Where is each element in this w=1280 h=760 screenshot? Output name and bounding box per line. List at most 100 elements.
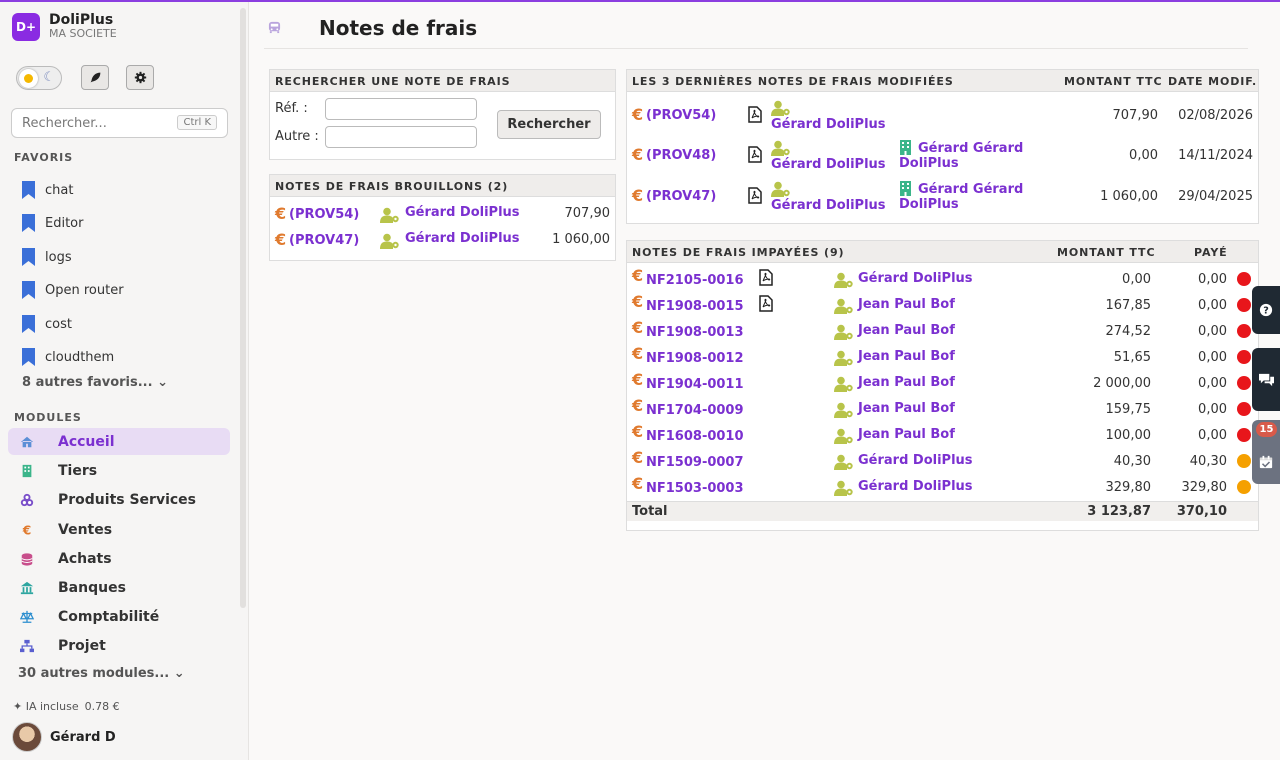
other-input[interactable] xyxy=(325,126,477,148)
cubes-icon xyxy=(20,493,34,506)
favorite-item[interactable]: cost xyxy=(22,314,72,334)
module-item[interactable]: Accueil xyxy=(8,428,230,455)
draft-ref-link[interactable]: (PROV47) xyxy=(289,233,359,248)
search-button[interactable]: Rechercher xyxy=(497,110,601,139)
draft-user-link[interactable]: Gérard DoliPlus xyxy=(405,205,520,220)
unpaid-amount: 0,00 xyxy=(1122,272,1151,287)
latest-thirdparty-link[interactable]: Gérard Gérard DoliPlus xyxy=(899,182,1029,212)
latest-ref-link[interactable]: (PROV54) xyxy=(646,108,716,123)
unpaid-col-paid: PAYÉ xyxy=(1194,246,1228,259)
unpaid-user-link[interactable]: Jean Paul Bof xyxy=(858,427,955,442)
unpaid-ref-link[interactable]: NF1503-0003 xyxy=(646,481,744,496)
unpaid-ref-link[interactable]: NF1704-0009 xyxy=(646,403,744,418)
svg-text:?: ? xyxy=(1263,306,1269,317)
draft-user-link[interactable]: Gérard DoliPlus xyxy=(405,231,520,246)
favorite-label: cost xyxy=(45,316,72,332)
favorite-item[interactable]: Editor xyxy=(22,213,83,233)
user-menu[interactable]: Gérard D xyxy=(12,722,116,752)
favorite-item[interactable]: Open router xyxy=(22,280,124,300)
unpaid-user-link[interactable]: Gérard DoliPlus xyxy=(858,453,973,468)
unpaid-ref-link[interactable]: NF1608-0010 xyxy=(646,429,744,444)
module-item[interactable]: Achats xyxy=(8,545,230,572)
module-item[interactable]: Tiers xyxy=(8,457,230,484)
module-item[interactable]: € Ventes xyxy=(8,516,230,543)
latest-ref-link[interactable]: (PROV48) xyxy=(646,148,716,163)
comments-icon xyxy=(1258,373,1274,387)
unpaid-user-link[interactable]: Jean Paul Bof xyxy=(858,323,955,338)
user-icon xyxy=(380,233,399,249)
unpaid-row: € NF1608-0010 Jean Paul Bof 100,00 0,00 xyxy=(627,422,1258,448)
unpaid-user-link[interactable]: Gérard DoliPlus xyxy=(858,271,973,286)
agenda-tab[interactable]: 15 xyxy=(1252,420,1280,484)
scale-icon xyxy=(20,610,34,623)
more-modules-link[interactable]: 30 autres modules... ⌄ xyxy=(18,666,185,681)
more-favorites-link[interactable]: 8 autres favoris... ⌄ xyxy=(22,375,168,390)
unpaid-user-link[interactable]: Jean Paul Bof xyxy=(858,297,955,312)
latest-user-link[interactable]: Gérard DoliPlus xyxy=(771,117,886,132)
unpaid-amount: 40,30 xyxy=(1113,454,1151,469)
latest-ref-link[interactable]: (PROV47) xyxy=(646,189,716,204)
unpaid-user-link[interactable]: Jean Paul Bof xyxy=(858,349,955,364)
unpaid-ref-link[interactable]: NF2105-0016 xyxy=(646,273,744,288)
ref-input[interactable] xyxy=(325,98,477,120)
module-item[interactable]: Banques xyxy=(8,574,230,601)
sidebar-scrollbar[interactable] xyxy=(240,8,246,608)
draft-ref-link[interactable]: (PROV54) xyxy=(289,207,359,222)
brand[interactable]: D+ DoliPlus MA SOCIETE xyxy=(12,13,117,41)
app-name: DoliPlus xyxy=(49,12,114,28)
header-divider xyxy=(264,48,1248,49)
unpaid-user-link[interactable]: Gérard DoliPlus xyxy=(858,479,973,494)
chat-tab[interactable] xyxy=(1252,348,1280,411)
unpaid-amount: 329,80 xyxy=(1105,480,1152,495)
unpaid-ref-link[interactable]: NF1908-0015 xyxy=(646,299,744,314)
unpaid-paid: 0,00 xyxy=(1198,428,1227,443)
unpaid-row: € NF1704-0009 Jean Paul Bof 159,75 0,00 xyxy=(627,396,1258,422)
settings-button[interactable] xyxy=(126,65,154,90)
favorite-label: Open router xyxy=(45,282,124,298)
bank-icon xyxy=(20,581,34,594)
unpaid-amount: 2 000,00 xyxy=(1093,376,1151,391)
latest-row: € (PROV54) Gérard DoliPlus 707,90 02/08/2026 xyxy=(627,100,1258,140)
unpaid-row: € NF1908-0013 Jean Paul Bof 274,52 0,00 xyxy=(627,318,1258,344)
unpaid-user-link[interactable]: Jean Paul Bof xyxy=(858,375,955,390)
unpaid-ref-link[interactable]: NF1509-0007 xyxy=(646,455,744,470)
bookmark-icon xyxy=(22,281,35,299)
unpaid-ref-link[interactable]: NF1908-0013 xyxy=(646,325,744,340)
feather-icon xyxy=(90,72,100,83)
favorite-label: chat xyxy=(45,182,74,198)
module-item[interactable]: Comptabilité xyxy=(8,603,230,630)
latest-user-link[interactable]: Gérard DoliPlus xyxy=(771,157,886,172)
euro-icon: € xyxy=(632,145,644,164)
ia-usage: ✦ IA incluse 0.78 € xyxy=(13,700,120,713)
theme-toggle[interactable]: ☾ xyxy=(16,66,62,90)
favorite-item[interactable]: logs xyxy=(22,247,72,267)
feather-button[interactable] xyxy=(81,65,109,90)
latest-thirdparty-link[interactable]: Gérard Gérard DoliPlus xyxy=(899,141,1029,171)
status-dot xyxy=(1237,428,1251,442)
drafts-title: NOTES DE FRAIS BROUILLONS (2) xyxy=(275,180,509,193)
user-icon xyxy=(834,480,853,496)
unpaid-amount: 159,75 xyxy=(1105,402,1152,417)
draft-amount: 707,90 xyxy=(564,206,611,221)
euro-icon: € xyxy=(632,266,644,285)
unpaid-ref-link[interactable]: NF1904-0011 xyxy=(646,377,744,392)
unpaid-title: NOTES DE FRAIS IMPAYÉES (9) xyxy=(632,246,845,259)
unpaid-paid: 0,00 xyxy=(1198,402,1227,417)
unpaid-user-link[interactable]: Jean Paul Bof xyxy=(858,401,955,416)
module-item[interactable]: Produits Services xyxy=(8,486,230,513)
latest-amount: 0,00 xyxy=(1129,148,1158,163)
latest-user-link[interactable]: Gérard DoliPlus xyxy=(771,198,886,213)
favorite-item[interactable]: cloudthem xyxy=(22,347,114,367)
pdf-icon xyxy=(759,295,773,312)
unpaid-ref-link[interactable]: NF1908-0012 xyxy=(646,351,744,366)
draft-row: € (PROV47) Gérard DoliPlus 1 060,00 xyxy=(270,230,615,256)
bookmark-icon xyxy=(22,181,35,199)
module-item[interactable]: Projet xyxy=(8,632,230,659)
latest-row: € (PROV47) Gérard DoliPlus Gérard Gérard Do… xyxy=(627,181,1258,221)
help-tab[interactable]: ? xyxy=(1252,286,1280,334)
search-input[interactable]: Rechercher... Ctrl K xyxy=(11,108,228,138)
unpaid-amount: 167,85 xyxy=(1105,298,1152,313)
euro-icon: € xyxy=(632,396,644,415)
svg-text:€: € xyxy=(22,523,32,537)
favorite-item[interactable]: chat xyxy=(22,180,73,200)
